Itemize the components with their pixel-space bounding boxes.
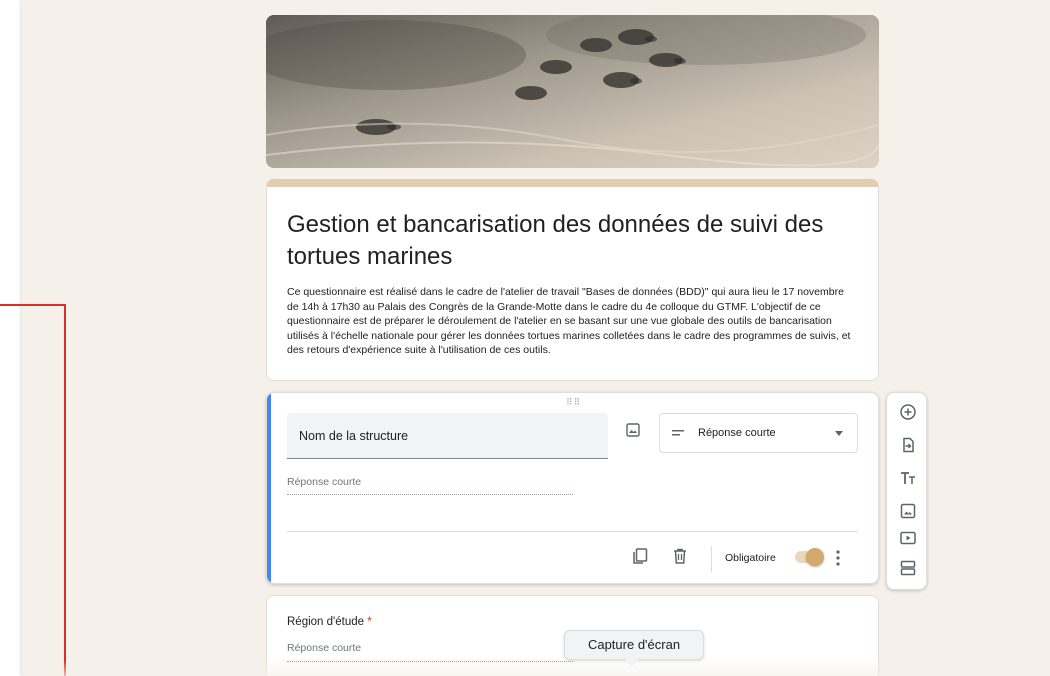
side-toolbar [886, 392, 927, 590]
drag-handle-icon[interactable]: ⠿⠿ [566, 397, 581, 408]
selection-guide-horizontal [0, 304, 66, 306]
required-star: * [367, 616, 372, 628]
required-label: Obligatoire [725, 552, 776, 564]
import-questions-icon[interactable] [899, 436, 917, 454]
form-title-card[interactable]: Gestion et bancarisation des données de … [266, 179, 879, 381]
footer-separator [711, 546, 712, 572]
question-title-input[interactable]: Nom de la structure [287, 413, 608, 459]
short-text-icon [672, 430, 684, 436]
form-description[interactable]: Ce questionnaire est réalisé dans le cad… [287, 285, 858, 358]
required-toggle[interactable] [795, 548, 824, 566]
chevron-down-icon [835, 431, 843, 436]
question-type-label: Réponse courte [698, 427, 776, 439]
add-title-icon[interactable] [899, 469, 917, 487]
add-video-icon[interactable] [899, 529, 917, 547]
question-type-select[interactable]: Réponse courte [659, 413, 858, 453]
question-footer: Obligatoire [267, 532, 878, 583]
selection-guide-vertical [64, 304, 66, 676]
short-answer-preview: Réponse courte [287, 475, 573, 495]
add-image-icon[interactable] [899, 502, 917, 520]
delete-icon[interactable] [671, 547, 689, 565]
form-title[interactable]: Gestion et bancarisation des données de … [287, 209, 858, 273]
screenshot-tooltip: Capture d'écran [564, 630, 704, 660]
question-title: Région d'étude * [287, 616, 878, 628]
question-title-text: Région d'étude [287, 616, 365, 628]
toggle-knob [806, 548, 824, 566]
more-vert-icon[interactable] [835, 549, 841, 567]
duplicate-icon[interactable] [631, 547, 649, 565]
add-image-icon[interactable] [625, 422, 641, 438]
add-section-icon[interactable] [899, 559, 917, 577]
header-image [266, 15, 879, 168]
tooltip-tail [625, 659, 639, 667]
short-answer-preview: Réponse courte [287, 642, 573, 662]
add-question-icon[interactable] [899, 403, 917, 421]
question-card-active[interactable]: ⠿⠿ Nom de la structure Réponse courte Ré… [266, 392, 879, 584]
